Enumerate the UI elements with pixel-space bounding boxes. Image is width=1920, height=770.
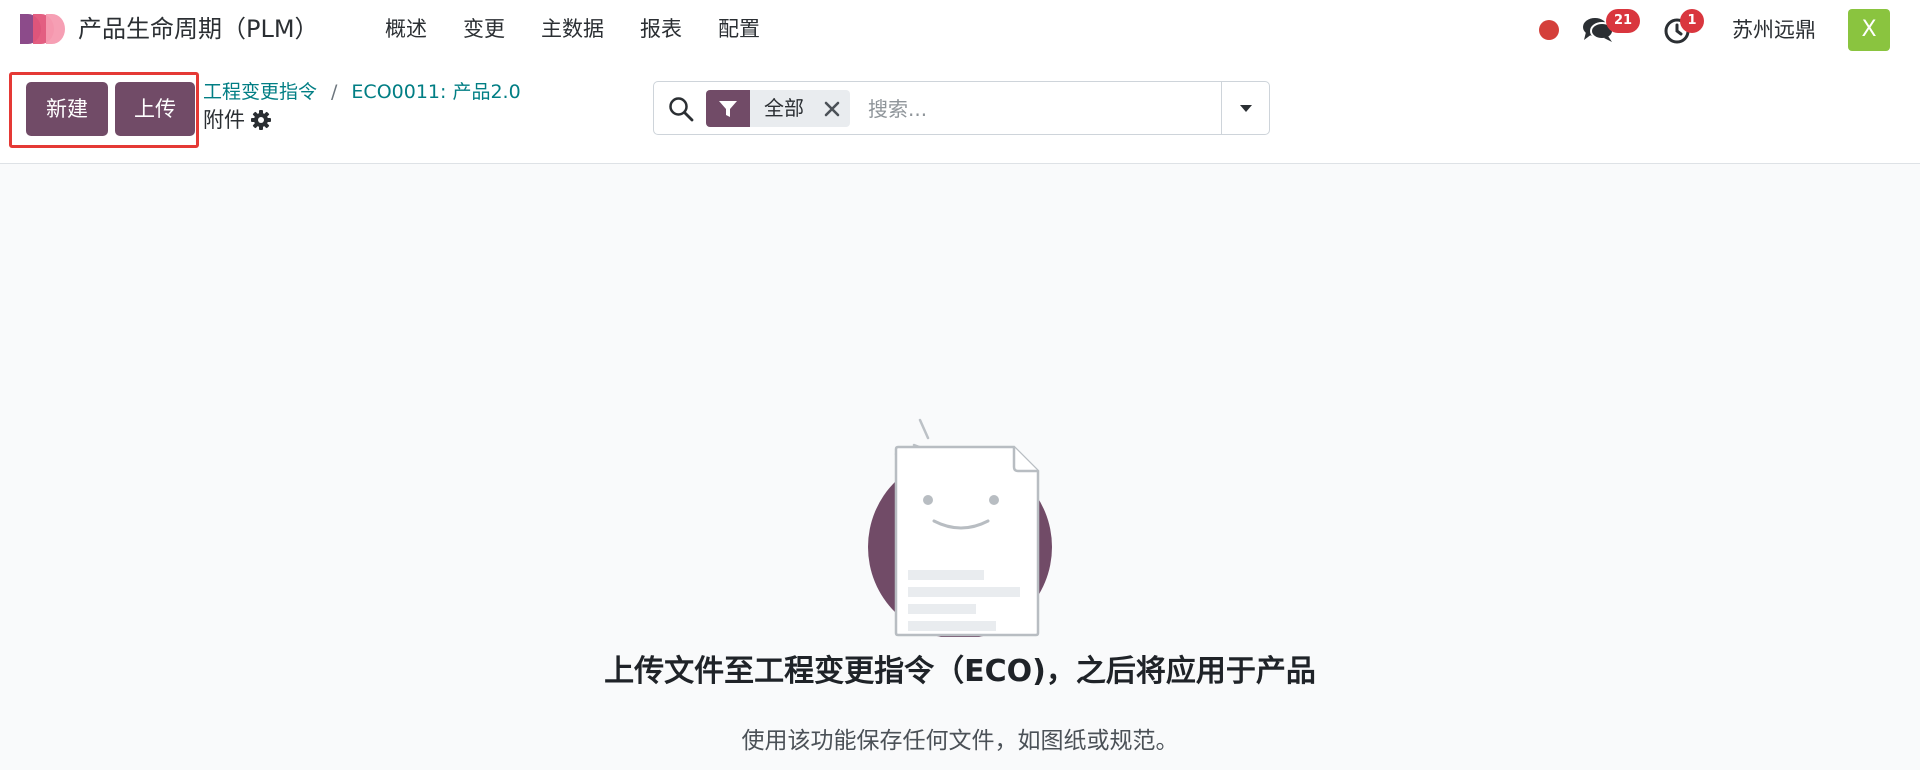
search-facet: 全部 xyxy=(706,90,850,127)
menu-master-data[interactable]: 主数据 xyxy=(541,14,604,44)
empty-state-title: 上传文件至工程变更指令（ECO)，之后将应用于产品 xyxy=(604,654,1316,689)
main-menu: 概述 变更 主数据 报表 配置 xyxy=(385,14,796,44)
search-options-toggle[interactable] xyxy=(1221,82,1269,134)
new-button[interactable]: 新建 xyxy=(26,82,108,136)
breadcrumb: 工程变更指令 / ECO0011: 产品2.0 xyxy=(203,79,521,105)
upload-button[interactable]: 上传 xyxy=(115,82,195,136)
search-input[interactable] xyxy=(866,90,1226,127)
page-title: 附件 xyxy=(203,108,245,132)
breadcrumb-eco-record[interactable]: ECO0011: 产品2.0 xyxy=(351,81,520,103)
filter-icon xyxy=(706,90,750,127)
gear-icon[interactable] xyxy=(251,110,271,130)
search-bar: 全部 xyxy=(653,81,1270,135)
messages-badge: 21 xyxy=(1606,9,1640,33)
user-avatar[interactable]: X xyxy=(1848,9,1890,51)
search-icon[interactable] xyxy=(668,96,694,122)
breadcrumb-separator: / xyxy=(331,81,338,103)
company-switcher[interactable]: 苏州远鼎 xyxy=(1732,15,1816,45)
menu-changes[interactable]: 变更 xyxy=(463,14,505,44)
page-title-row: 附件 xyxy=(203,107,271,133)
menu-overview[interactable]: 概述 xyxy=(385,14,427,44)
menu-reporting[interactable]: 报表 xyxy=(640,14,682,44)
activities-badge: 1 xyxy=(1680,9,1704,33)
breadcrumb-eco-list[interactable]: 工程变更指令 xyxy=(203,81,317,103)
empty-document-icon xyxy=(860,418,1060,645)
caret-down-icon xyxy=(1239,105,1252,112)
menu-configuration[interactable]: 配置 xyxy=(718,14,760,44)
top-navbar: 产品生命周期（PLM） 概述 变更 主数据 报表 配置 21 1 苏州远鼎 X xyxy=(0,0,1920,58)
logo-icon[interactable] xyxy=(20,14,66,44)
facet-label: 全部 xyxy=(764,96,804,120)
close-icon[interactable] xyxy=(814,90,850,127)
control-panel: 新建 上传 工程变更指令 / ECO0011: 产品2.0 附件 全部 搜索..… xyxy=(0,58,1920,164)
empty-state-description: 使用该功能保存任何文件，如图纸或规范。 xyxy=(741,728,1179,754)
status-indicator[interactable] xyxy=(1539,20,1559,40)
app-title[interactable]: 产品生命周期（PLM） xyxy=(78,14,319,44)
